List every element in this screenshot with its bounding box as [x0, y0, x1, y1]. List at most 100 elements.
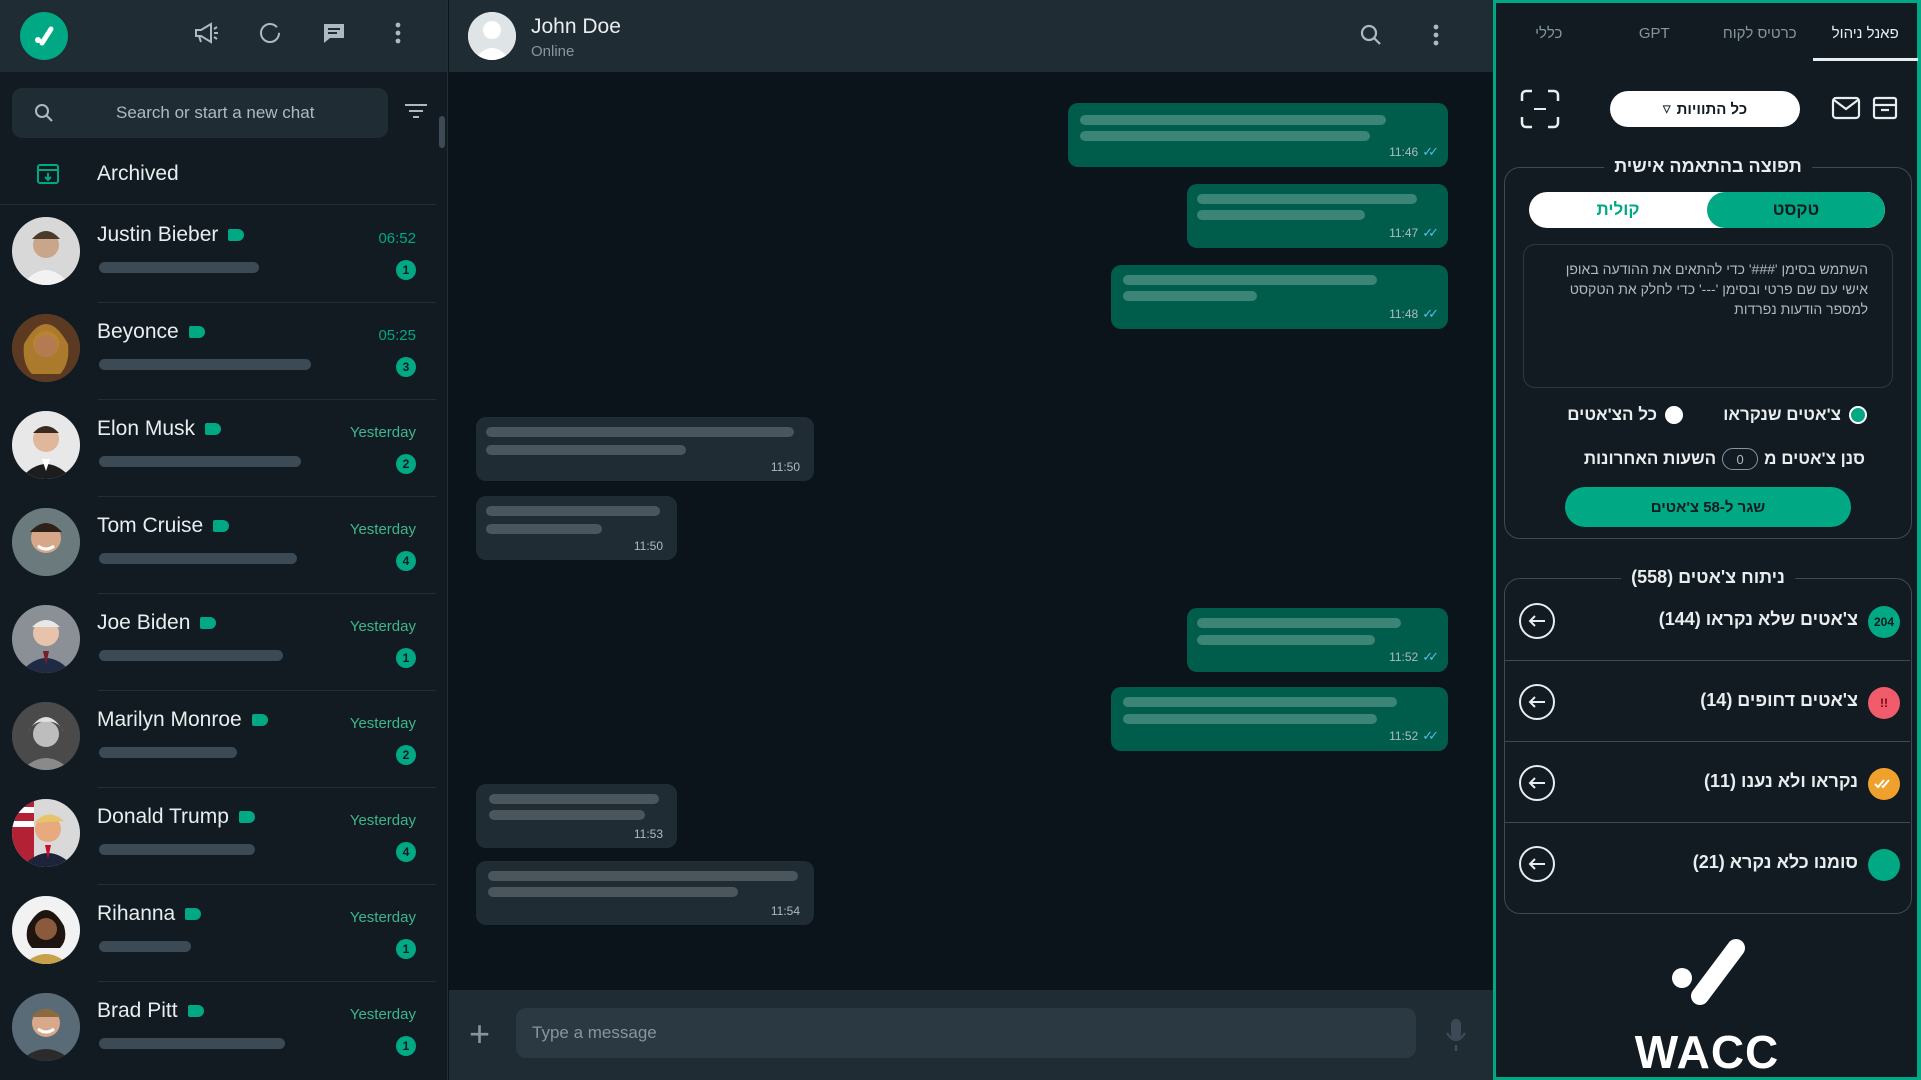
conversation-header[interactable]: John Doe Online	[449, 0, 1493, 72]
analysis-row-unread[interactable]: צ'אטים שלא נקראו (144) 204	[1505, 581, 1910, 661]
archived-label: Archived	[97, 162, 179, 185]
analysis-row-marked-unread[interactable]: סומנו כלא נקרא (21)	[1505, 824, 1910, 904]
archived-row[interactable]: Archived	[0, 150, 436, 205]
brand-logo: WACC	[1496, 938, 1918, 1078]
hours-input[interactable]: 0	[1722, 448, 1759, 470]
send-broadcast-button[interactable]: שגר ל-58 צ'אטים	[1565, 487, 1851, 527]
chat-name: Tom Cruise	[97, 514, 204, 537]
message-time: 11:47	[1389, 226, 1419, 240]
brand-name: WACC	[1634, 1026, 1780, 1078]
search-icon	[34, 103, 54, 128]
tab-general[interactable]: כללי	[1496, 3, 1602, 61]
analysis-row-read-unanswered[interactable]: נקראו ולא נענו (11)	[1505, 743, 1910, 823]
arrow-left-icon[interactable]	[1519, 603, 1555, 639]
message-type-toggle[interactable]: טקסט קולית	[1529, 192, 1885, 228]
chat-list-item[interactable]: Joe Biden Yesterday 1	[0, 594, 436, 691]
sidebar-scrollbar[interactable]	[439, 116, 445, 148]
double-check-icon: ✓✓	[1422, 728, 1439, 743]
chat-time: Yesterday	[349, 618, 416, 635]
chat-sidebar: Search or start a new chat Archived Just…	[0, 0, 448, 1080]
outgoing-message[interactable]: 11:52 ✓✓	[1187, 608, 1448, 672]
message-time: 11:46	[1389, 145, 1419, 159]
arrow-left-icon[interactable]	[1519, 684, 1555, 720]
arrow-left-icon[interactable]	[1519, 765, 1555, 801]
toggle-text[interactable]: טקסט	[1707, 192, 1885, 228]
message-input[interactable]: Type a message	[516, 1008, 1416, 1058]
envelope-icon[interactable]	[1831, 95, 1861, 126]
tab-customer-card[interactable]: כרטיס לקוח	[1707, 3, 1813, 61]
label-tag-icon	[187, 1005, 204, 1018]
incoming-message[interactable]: 11:50	[476, 496, 677, 560]
archive-icon[interactable]	[1872, 95, 1898, 126]
new-chat-icon[interactable]	[321, 20, 347, 46]
outgoing-message[interactable]: 11:47 ✓✓	[1187, 184, 1448, 248]
message-time: 11:53	[633, 827, 663, 841]
search-input[interactable]: Search or start a new chat	[12, 88, 388, 138]
arrow-left-icon[interactable]	[1519, 846, 1555, 882]
message-composer: + Type a message	[449, 990, 1493, 1080]
message-time: 11:50	[770, 460, 800, 474]
megaphone-icon[interactable]	[193, 20, 219, 46]
radio-all-chats[interactable]: כל הצ'אטים	[1567, 405, 1683, 425]
label-tag-icon	[251, 714, 268, 727]
scan-frame-icon[interactable]	[1520, 89, 1560, 134]
all-labels-dropdown[interactable]: כל התוויות ▽	[1610, 91, 1800, 127]
chat-scope-radios: צ'אטים שנקראו כל הצ'אטים	[1505, 405, 1913, 433]
tab-gpt[interactable]: GPT	[1602, 3, 1708, 61]
contact-avatar[interactable]	[468, 12, 516, 60]
label-tag-icon	[228, 229, 245, 242]
toggle-voice[interactable]: קולית	[1529, 192, 1707, 228]
chat-list-item[interactable]: Brad Pitt Yesterday 1	[0, 982, 436, 1079]
outgoing-message[interactable]: 11:46 ✓✓	[1068, 103, 1448, 167]
chat-list-item[interactable]: Justin Bieber 06:52 1	[0, 206, 436, 303]
microphone-icon[interactable]	[1445, 1017, 1467, 1058]
app-logo-icon[interactable]	[20, 12, 68, 60]
chat-name: Beyonce	[97, 320, 179, 343]
message-preview-placeholder	[99, 262, 259, 273]
incoming-message[interactable]: 11:54	[476, 861, 814, 925]
menu-dots-icon[interactable]	[385, 20, 411, 46]
chat-time: Yesterday	[349, 424, 416, 441]
menu-dots-icon[interactable]	[1433, 24, 1439, 51]
panel-toolbar: כל התוויות ▽	[1496, 87, 1918, 131]
chat-list-item[interactable]: Donald Trump Yesterday 4	[0, 788, 436, 885]
archive-box-icon	[36, 162, 60, 191]
double-check-icon	[1868, 768, 1900, 800]
attach-plus-icon[interactable]: +	[469, 1016, 490, 1052]
avatar	[12, 217, 80, 285]
incoming-message[interactable]: 11:53	[476, 784, 677, 848]
chat-time: Yesterday	[349, 715, 416, 732]
status-ring-icon[interactable]	[257, 20, 283, 46]
label-tag-icon	[205, 423, 222, 436]
outgoing-message[interactable]: 11:52 ✓✓	[1111, 687, 1448, 751]
tab-admin-panel[interactable]: פאנל ניהול	[1812, 3, 1919, 61]
chat-list-item[interactable]: Rihanna Yesterday 1	[0, 885, 436, 982]
analysis-row-urgent[interactable]: צ'אטים דחופים (14) !!	[1505, 662, 1910, 742]
chat-list-item[interactable]: Tom Cruise Yesterday 4	[0, 497, 436, 594]
avatar	[12, 702, 80, 770]
chat-list-item[interactable]: Marilyn Monroe Yesterday 2	[0, 691, 436, 788]
incoming-message[interactable]: 11:50	[476, 417, 814, 481]
broadcast-message-textarea[interactable]: השתמש בסימן '###' כדי להתאים את ההודעה ב…	[1523, 244, 1893, 388]
all-labels-label: כל התוויות	[1676, 100, 1748, 118]
filter-icon[interactable]	[404, 103, 428, 124]
sidebar-header	[0, 0, 447, 72]
chat-list-item[interactable]: Elon Musk Yesterday 2	[0, 400, 436, 497]
filter-suffix: השעות האחרונות	[1583, 449, 1717, 468]
outgoing-message[interactable]: 11:48 ✓✓	[1111, 265, 1448, 329]
urgent-icon: !!	[1868, 687, 1900, 719]
radio-selected-icon	[1849, 406, 1867, 424]
chat-list-item[interactable]: Beyonce 05:25 3	[0, 303, 436, 400]
unread-badge: 2	[396, 745, 416, 765]
marked-unread-icon	[1868, 849, 1900, 881]
chat-name: Donald Trump	[97, 805, 229, 828]
analysis-label: צ'אטים שלא נקראו (144)	[1658, 609, 1858, 629]
message-time: 11:52	[1389, 650, 1419, 664]
filter-prefix: סנן צ'אטים מ	[1764, 449, 1865, 468]
message-preview-placeholder	[99, 941, 191, 952]
chevron-down-icon: ▽	[1662, 103, 1671, 115]
search-icon[interactable]	[1360, 24, 1382, 51]
unread-badge: 4	[396, 551, 416, 571]
radio-read-chats[interactable]: צ'אטים שנקראו	[1723, 405, 1867, 425]
message-preview-placeholder	[99, 359, 311, 370]
